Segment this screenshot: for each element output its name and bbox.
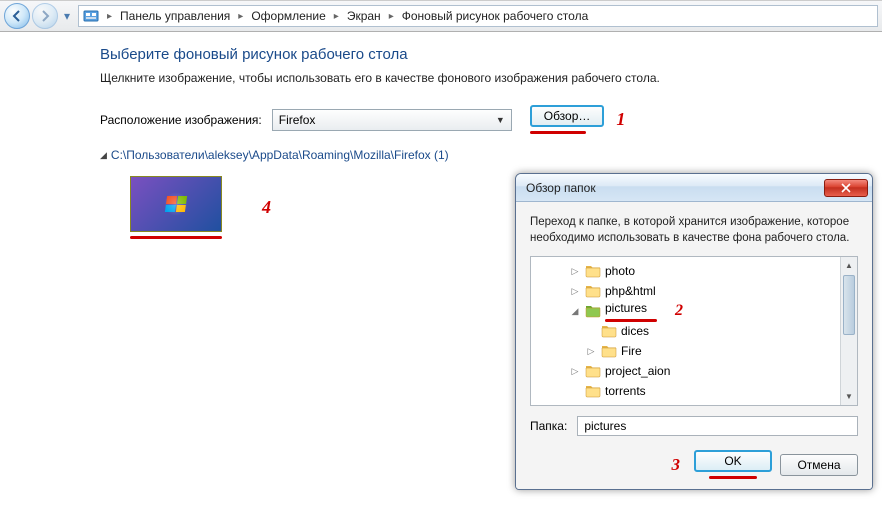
dialog-message: Переход к папке, в которой хранится изоб…: [530, 214, 858, 246]
tree-item-label: Fire: [621, 344, 642, 358]
tree-item-label: photo: [605, 264, 635, 278]
forward-button[interactable]: [32, 3, 58, 29]
expand-icon[interactable]: ◢: [569, 306, 581, 317]
tree-item[interactable]: ▷ Fire: [537, 341, 851, 361]
ok-button-label: OK: [724, 454, 741, 468]
dialog-title-text: Обзор папок: [526, 181, 596, 195]
close-button[interactable]: [824, 179, 868, 197]
folder-icon: [601, 344, 617, 358]
browse-button[interactable]: Обзор…: [530, 105, 605, 127]
chevron-right-icon: ▸: [107, 11, 112, 22]
page-title: Выберите фоновый рисунок рабочего стола: [100, 46, 858, 63]
scrollbar-thumb[interactable]: [843, 275, 855, 335]
folder-icon: [585, 384, 601, 398]
windows-logo-icon: [165, 196, 187, 212]
breadcrumb-item[interactable]: Фоновый рисунок рабочего стола: [398, 7, 593, 25]
control-panel-icon: [83, 8, 99, 24]
folder-icon: [585, 284, 601, 298]
expand-icon[interactable]: ▷: [569, 366, 581, 377]
folder-icon: [601, 324, 617, 338]
chevron-right-icon: ▸: [238, 11, 243, 22]
folder-field-label: Папка:: [530, 419, 567, 433]
breadcrumb-item[interactable]: Оформление: [247, 7, 329, 25]
breadcrumb-item[interactable]: Экран: [343, 7, 385, 25]
dialog-titlebar[interactable]: Обзор папок: [516, 174, 872, 202]
annotation-2: 2: [675, 302, 683, 320]
annotation-1: 1: [616, 109, 625, 130]
image-path-row[interactable]: ◢ C:\Пользователи\aleksey\AppData\Roamin…: [100, 148, 858, 162]
tree-item-label: pictures: [605, 301, 657, 315]
browse-button-label: Обзор…: [544, 109, 591, 123]
tree-item[interactable]: ▷ project_aion: [537, 361, 851, 381]
folder-icon: [585, 304, 601, 318]
folder-icon: [585, 364, 601, 378]
location-value: Firefox: [279, 113, 316, 127]
page-subtitle: Щелкните изображение, чтобы использовать…: [100, 71, 858, 85]
tree-item-label: project_aion: [605, 364, 670, 378]
ok-button[interactable]: OK: [694, 450, 772, 472]
folder-tree: ▷ photo ▷ php&html ◢ pictures 2 dices ▷ Fire ▷ proj…: [530, 256, 858, 406]
chevron-right-icon: ▸: [389, 11, 394, 22]
chevron-down-icon: ▼: [496, 115, 505, 125]
scroll-up-icon[interactable]: ▲: [841, 257, 857, 274]
breadcrumb-bar[interactable]: ▸ Панель управления ▸ Оформление ▸ Экран…: [78, 5, 878, 27]
expand-icon: ◢: [100, 150, 107, 161]
location-label: Расположение изображения:: [100, 113, 262, 127]
scroll-down-icon[interactable]: ▼: [841, 388, 857, 405]
explorer-navbar: ▾ ▸ Панель управления ▸ Оформление ▸ Экр…: [0, 0, 882, 32]
expand-icon[interactable]: ▷: [585, 346, 597, 357]
tree-item[interactable]: torrents: [537, 381, 851, 401]
image-path-text: C:\Пользователи\aleksey\AppData\Roaming\…: [111, 148, 449, 162]
annotation-underline: [709, 476, 757, 479]
expand-icon[interactable]: ▷: [569, 286, 581, 297]
chevron-right-icon: ▸: [334, 11, 339, 22]
tree-item-label: torrents: [605, 384, 646, 398]
annotation-underline: [530, 131, 586, 134]
folder-field[interactable]: [577, 416, 858, 436]
annotation-4: 4: [262, 197, 271, 218]
expand-icon[interactable]: ▷: [569, 266, 581, 277]
annotation-underline: [605, 319, 657, 322]
nav-history-dropdown[interactable]: ▾: [60, 6, 74, 26]
annotation-3: 3: [672, 455, 681, 475]
close-icon: [841, 183, 851, 193]
tree-item[interactable]: dices: [537, 321, 851, 341]
cancel-button-label: Отмена: [797, 458, 840, 472]
tree-item-label: php&html: [605, 284, 656, 298]
tree-item[interactable]: ▷ photo: [537, 261, 851, 281]
breadcrumb-item[interactable]: Панель управления: [116, 7, 234, 25]
annotation-underline: [130, 236, 222, 239]
tree-item[interactable]: ▷ php&html: [537, 281, 851, 301]
browse-folders-dialog: Обзор папок Переход к папке, в которой х…: [515, 173, 873, 490]
scrollbar[interactable]: ▲ ▼: [840, 257, 857, 405]
wallpaper-thumbnail[interactable]: [130, 176, 222, 232]
folder-icon: [585, 264, 601, 278]
tree-item-label: dices: [621, 324, 649, 338]
back-button[interactable]: [4, 3, 30, 29]
tree-item[interactable]: ◢ pictures 2: [537, 301, 851, 321]
cancel-button[interactable]: Отмена: [780, 454, 858, 476]
location-dropdown[interactable]: Firefox ▼: [272, 109, 512, 131]
